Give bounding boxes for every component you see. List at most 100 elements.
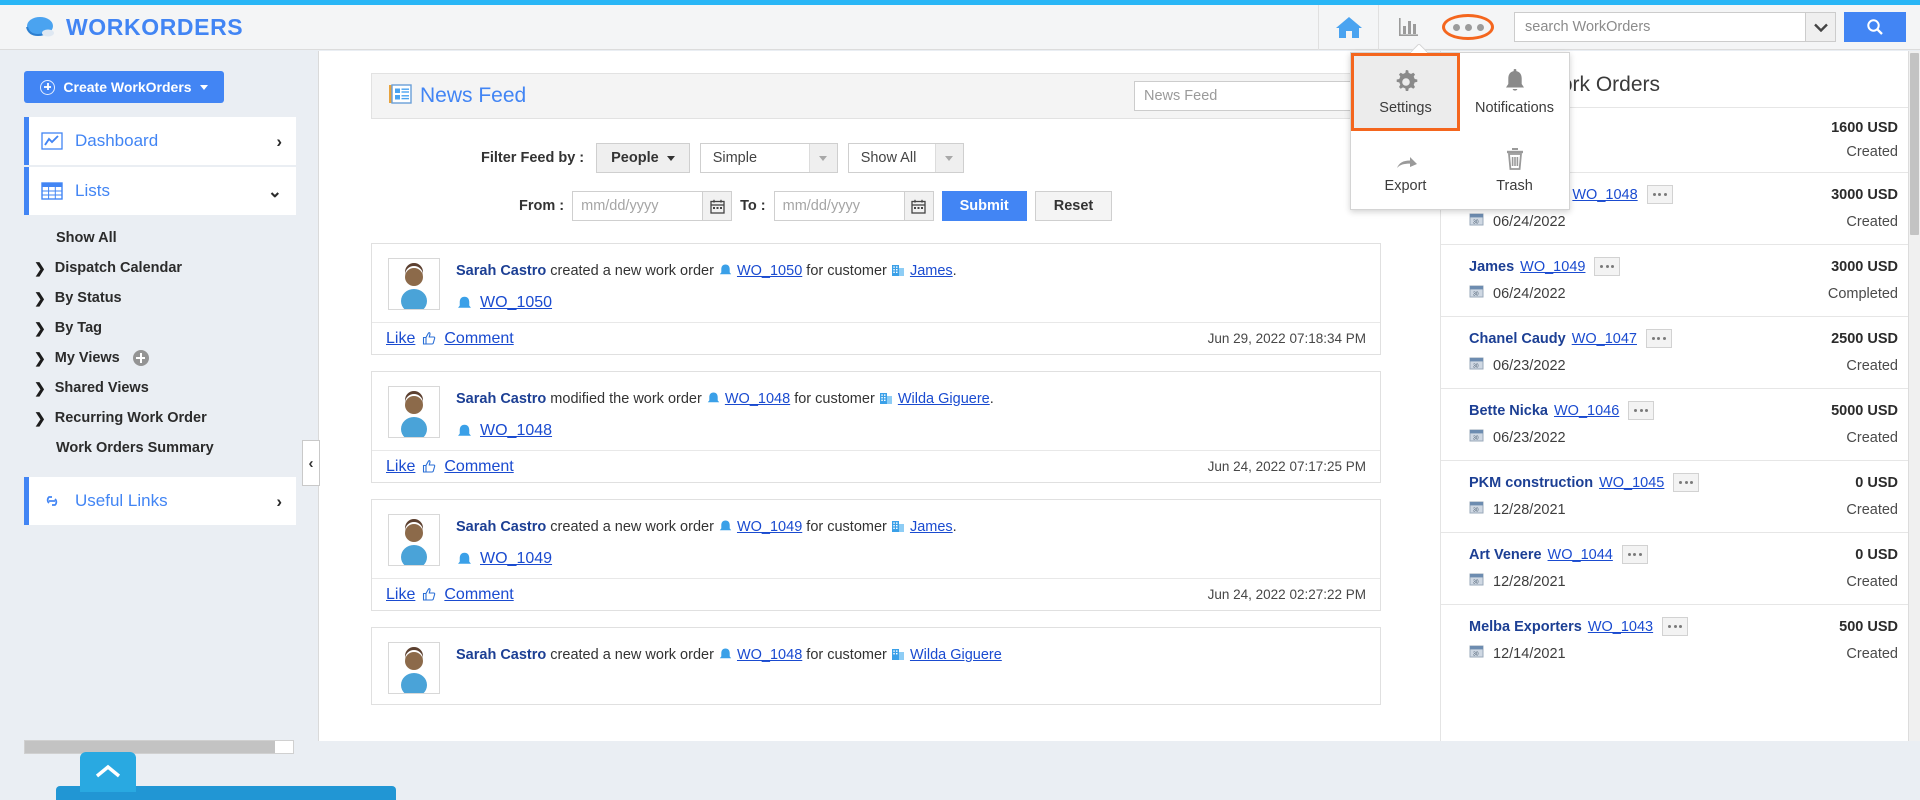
feed-item-workorder-link[interactable]: WO_1049 bbox=[737, 519, 802, 535]
work-order-id-link[interactable]: WO_1048 bbox=[1572, 187, 1637, 203]
menu-item-notifications[interactable]: Notifications bbox=[1460, 53, 1569, 131]
work-order-id-link[interactable]: WO_1046 bbox=[1554, 403, 1619, 419]
from-date-input[interactable] bbox=[572, 191, 702, 221]
work-order-status: Created bbox=[1846, 144, 1898, 160]
svg-text:30: 30 bbox=[1473, 436, 1479, 442]
sidebar-item-work-orders-summary[interactable]: Work Orders Summary bbox=[34, 433, 318, 463]
feed-item-workorder-link[interactable]: WO_1048 bbox=[725, 391, 790, 407]
filter-scope-select[interactable]: Show All bbox=[848, 143, 964, 173]
more-dots-icon[interactable] bbox=[1622, 545, 1648, 564]
menu-item-trash[interactable]: Trash bbox=[1460, 131, 1569, 209]
calendar-icon: 30 bbox=[1469, 644, 1485, 664]
feed-item-attachment-link[interactable]: WO_1049 bbox=[480, 550, 552, 568]
like-link[interactable]: Like bbox=[386, 330, 415, 348]
feed-item-workorder-link[interactable]: WO_1048 bbox=[737, 647, 802, 663]
comment-link[interactable]: Comment bbox=[444, 586, 513, 604]
calendar-icon: 30 bbox=[1469, 500, 1485, 520]
sidebar-item-by-tag[interactable]: ❯ By Tag bbox=[34, 313, 318, 343]
work-order-amount: 3000 USD bbox=[1831, 187, 1898, 203]
grid-table-icon bbox=[41, 182, 67, 200]
work-order-status: Created bbox=[1846, 502, 1898, 518]
sidebar: Create WorkOrders Dashboard › bbox=[0, 51, 318, 741]
to-date-field[interactable] bbox=[774, 191, 934, 221]
calendar-icon: 30 bbox=[1469, 212, 1485, 232]
chevron-down-icon bbox=[935, 144, 962, 172]
search-input[interactable] bbox=[1515, 13, 1805, 41]
sidebar-item-my-views[interactable]: ❯ My Views bbox=[34, 343, 318, 373]
reset-button[interactable]: Reset bbox=[1035, 191, 1113, 221]
scrollbar-thumb[interactable] bbox=[1910, 53, 1919, 235]
filter-people-button[interactable]: People bbox=[596, 143, 690, 173]
add-view-icon[interactable] bbox=[133, 350, 149, 366]
feed-item-attachment-link[interactable]: WO_1048 bbox=[480, 422, 552, 440]
sidebar-item-useful-links[interactable]: Useful Links › bbox=[24, 477, 296, 525]
brand[interactable]: WORKORDERS bbox=[0, 13, 243, 41]
sidebar-item-show-all[interactable]: Show All bbox=[34, 223, 318, 253]
comment-link[interactable]: Comment bbox=[444, 458, 513, 476]
sidebar-item-recurring-work-order[interactable]: ❯ Recurring Work Order bbox=[34, 403, 318, 433]
thumbs-up-icon[interactable] bbox=[422, 331, 437, 346]
like-link[interactable]: Like bbox=[386, 458, 415, 476]
more-dots-icon[interactable] bbox=[1662, 617, 1688, 636]
bar-chart-icon[interactable] bbox=[1378, 5, 1438, 50]
sidebar-item-useful-links-label: Useful Links bbox=[67, 491, 276, 511]
feed-item-attachment: WO_1050 bbox=[456, 294, 957, 312]
thumbs-up-icon[interactable] bbox=[422, 587, 437, 602]
more-dots-icon[interactable] bbox=[1594, 257, 1620, 276]
to-date-input[interactable] bbox=[774, 191, 904, 221]
more-dots-icon[interactable] bbox=[1646, 329, 1672, 348]
feed-item-attachment-link[interactable]: WO_1050 bbox=[480, 294, 552, 312]
filter-mode-select[interactable]: Simple bbox=[700, 143, 838, 173]
feed-item-customer-link[interactable]: Wilda Giguere bbox=[898, 391, 990, 407]
sidebar-item-dispatch-calendar[interactable]: ❯ Dispatch Calendar bbox=[34, 253, 318, 283]
search-button[interactable] bbox=[1844, 12, 1906, 42]
create-workorders-button[interactable]: Create WorkOrders bbox=[24, 71, 224, 103]
from-date-field[interactable] bbox=[572, 191, 732, 221]
thumbs-up-icon[interactable] bbox=[422, 459, 437, 474]
scrollbar-thumb[interactable] bbox=[25, 741, 275, 753]
feed-item-user: Sarah Castro bbox=[456, 519, 546, 535]
chevron-down-icon bbox=[809, 144, 837, 172]
feed-item-text: Sarah Castro created a new work order WO… bbox=[456, 516, 957, 538]
right-panel-scrollbar[interactable] bbox=[1908, 51, 1920, 741]
chevron-right-icon: ❯ bbox=[34, 260, 46, 277]
sidebar-item-lists[interactable]: Lists ⌄ bbox=[24, 167, 296, 215]
feed-item-action: created a new work order bbox=[550, 647, 714, 663]
sidebar-item-by-status[interactable]: ❯ By Status bbox=[34, 283, 318, 313]
more-dots-icon[interactable] bbox=[1438, 5, 1498, 50]
calendar-icon[interactable] bbox=[904, 191, 934, 221]
work-order-id-link[interactable]: WO_1045 bbox=[1599, 475, 1664, 491]
more-dots-icon[interactable] bbox=[1673, 473, 1699, 492]
menu-item-settings[interactable]: Settings bbox=[1351, 53, 1460, 131]
sidebar-item-shared-views[interactable]: ❯ Shared Views bbox=[34, 373, 318, 403]
work-order-id-link[interactable]: WO_1047 bbox=[1572, 331, 1637, 347]
work-order-amount: 1600 USD bbox=[1831, 120, 1898, 136]
feed-item-customer-link[interactable]: Wilda Giguere bbox=[910, 647, 1002, 663]
feed-item-workorder-link[interactable]: WO_1050 bbox=[737, 263, 802, 279]
feed-item-customer-link[interactable]: James bbox=[910, 519, 953, 535]
horizontal-scrollbar[interactable] bbox=[24, 740, 294, 754]
feed-item-action: created a new work order bbox=[550, 263, 714, 279]
chevron-down-icon[interactable] bbox=[1805, 13, 1835, 41]
sidebar-item-dashboard[interactable]: Dashboard › bbox=[24, 117, 296, 165]
global-search-box[interactable] bbox=[1514, 12, 1836, 42]
more-dots-icon[interactable] bbox=[1647, 185, 1673, 204]
feed-item-customer-link[interactable]: James bbox=[910, 263, 953, 279]
work-order-id-link[interactable]: WO_1044 bbox=[1548, 547, 1613, 563]
calendar-icon: 30 bbox=[1469, 572, 1485, 592]
chevron-right-icon: ❯ bbox=[34, 380, 46, 397]
chevron-down-icon bbox=[200, 85, 208, 90]
work-order-id-link[interactable]: WO_1043 bbox=[1588, 619, 1653, 635]
menu-item-export[interactable]: Export bbox=[1351, 131, 1460, 209]
sidebar-item-lists-label: Lists bbox=[67, 181, 268, 201]
work-order-id-link[interactable]: WO_1049 bbox=[1520, 259, 1585, 275]
sidebar-collapse-handle[interactable]: ‹ bbox=[302, 440, 320, 486]
calendar-icon[interactable] bbox=[702, 191, 732, 221]
submit-button[interactable]: Submit bbox=[942, 191, 1027, 221]
comment-link[interactable]: Comment bbox=[444, 330, 513, 348]
scroll-to-top-button[interactable] bbox=[80, 752, 136, 792]
home-icon[interactable] bbox=[1318, 5, 1378, 50]
calendar-icon: 30 bbox=[1469, 284, 1485, 304]
more-dots-icon[interactable] bbox=[1628, 401, 1654, 420]
like-link[interactable]: Like bbox=[386, 586, 415, 604]
